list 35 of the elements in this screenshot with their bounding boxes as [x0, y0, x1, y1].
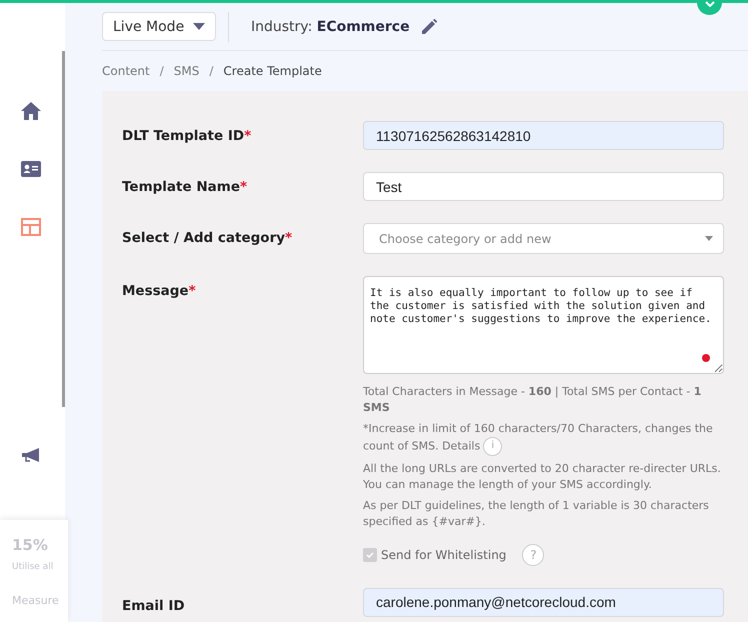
breadcrumb-link[interactable]: Content — [102, 64, 150, 78]
promo-text: Utilise all — [12, 562, 54, 572]
text-field[interactable]: Test — [363, 172, 724, 201]
megaphone-icon — [21, 447, 41, 463]
breadcrumb-link[interactable]: Create Template — [223, 64, 322, 78]
check-icon — [366, 552, 374, 558]
chevron-down-icon — [704, 1, 714, 7]
caret-icon — [705, 236, 713, 241]
field-label: Email ID — [122, 596, 186, 614]
email-field[interactable]: carolene.ponmany@netcorecloud.com — [363, 588, 724, 617]
field-label: DLT Template ID* — [122, 127, 252, 144]
field-label: Message* — [122, 282, 197, 299]
field-label: Select / Add category* — [122, 229, 294, 246]
field-label: Template Name* — [122, 178, 248, 195]
caret-icon — [193, 23, 205, 30]
category-dropdown[interactable]: Choose category or add new — [363, 223, 724, 254]
layout-icon — [21, 218, 41, 236]
message-field[interactable]: It is also equally important to follow up to see if the customer is satisfied with the solution given and note customer's suggestions to improve the experience. — [363, 276, 724, 374]
checkbox-label: Send for Whitelisting — [381, 548, 506, 562]
promo-footer: Measure — [12, 594, 68, 607]
breadcrumb-link[interactable]: SMS — [174, 64, 200, 78]
info-note: As per DLT guidelines, the length of 1 variable is 30 characters specified as {#var#}. — [363, 498, 710, 530]
breadcrumb-separator: / — [209, 64, 214, 78]
info-note: All the long URLs are converted to 20 character re-directer URLs. You can manage the length of your SMS accordingly. — [363, 460, 722, 493]
promo-title: 15% — [12, 536, 49, 554]
home-icon — [20, 101, 42, 121]
text-field[interactable]: 11307162562863142810 — [363, 121, 724, 150]
info-note: *Increase in limit of 160 characters/70 Characters, changes the count of SMS. Details i — [363, 420, 724, 456]
edit-button[interactable] — [422, 19, 437, 34]
mode-dropdown[interactable]: Live Mode — [102, 12, 216, 41]
industry-text: Industry: ECommerce — [251, 18, 410, 34]
breadcrumb-separator: / — [160, 64, 164, 78]
character-count: Total Characters in Message - 160 | Total SMS per Contact - 1 SMS — [363, 384, 702, 416]
pencil-icon — [422, 19, 437, 34]
contact-card-icon — [21, 161, 41, 177]
